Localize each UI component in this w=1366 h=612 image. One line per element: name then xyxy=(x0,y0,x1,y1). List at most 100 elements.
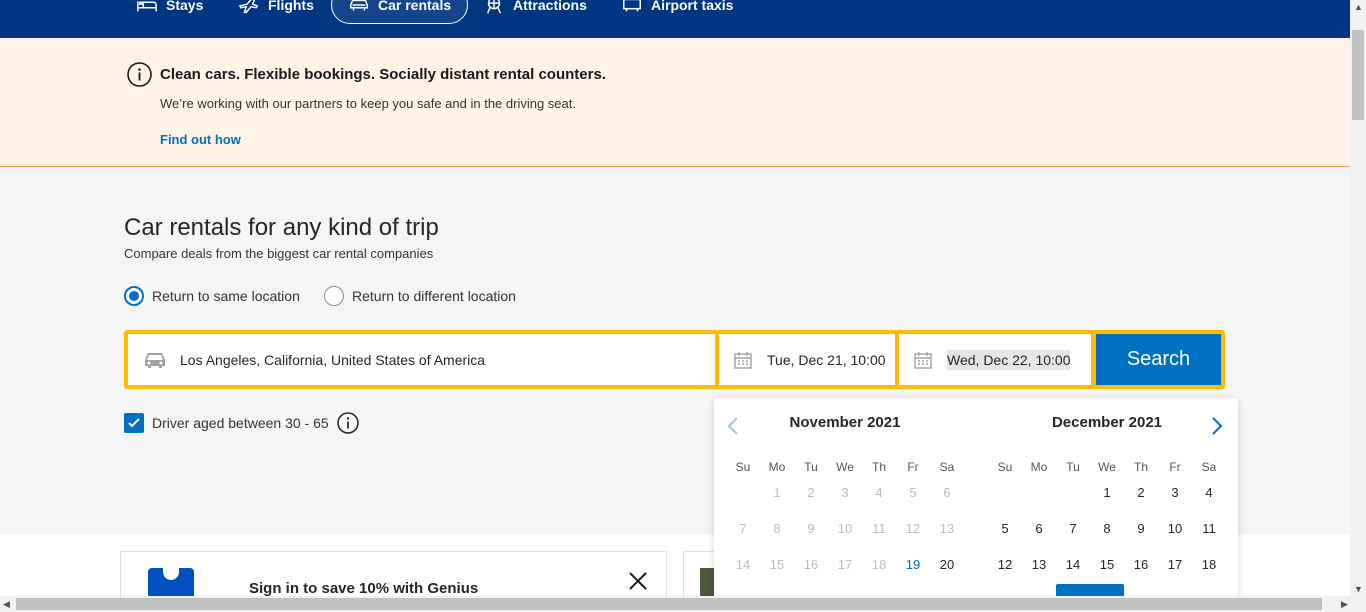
ferris-wheel-icon xyxy=(486,0,502,14)
dropoff-date-value: Wed, Dec 22, 10:00 xyxy=(947,349,1071,370)
date-picker: November 2021 December 2021 Su Mo Tu We Th Fr… xyxy=(714,398,1238,612)
nav-attractions[interactable]: Attractions xyxy=(467,0,603,24)
return-different-location-radio[interactable] xyxy=(324,286,344,306)
driver-age-label: Driver aged between 30 - 65 xyxy=(152,415,329,431)
taxi-icon xyxy=(623,0,641,12)
calendar-icon xyxy=(914,351,932,369)
pickup-location-field[interactable]: Los Angeles, California, United States o… xyxy=(128,334,715,385)
checkmark-icon xyxy=(128,418,140,428)
return-same-location-option[interactable]: Return to same location xyxy=(124,286,300,306)
search-bar: Los Angeles, California, United States o… xyxy=(124,330,1225,389)
calendar-day[interactable]: 10 xyxy=(1158,521,1192,536)
driver-age-option[interactable]: Driver aged between 30 - 65 xyxy=(124,412,359,434)
weekday-header: Th xyxy=(871,460,886,474)
calendar-day[interactable]: 4 xyxy=(1192,485,1226,500)
calendar-day[interactable]: 9 xyxy=(1124,521,1158,536)
calendar-day: 17 xyxy=(837,557,853,572)
calendar-day[interactable]: 15 xyxy=(1090,557,1124,572)
pickup-location-value: Los Angeles, California, United States o… xyxy=(180,351,486,368)
page-title: Car rentals for any kind of trip xyxy=(124,214,439,241)
nav-stays[interactable]: Stays xyxy=(120,0,219,24)
nav-car-rentals[interactable]: Car rentals xyxy=(331,0,469,24)
weekday-header: Su xyxy=(997,460,1013,474)
scroll-up-arrow-icon[interactable]: ▲ xyxy=(1354,2,1363,12)
driver-age-checkbox[interactable] xyxy=(124,413,144,433)
return-different-location-label: Return to different location xyxy=(352,288,516,304)
scroll-left-arrow-icon[interactable]: ◀ xyxy=(3,599,10,610)
banner-subtitle: We’re working with our partners to keep … xyxy=(160,96,576,111)
calendar-day[interactable]: 16 xyxy=(1124,557,1158,572)
return-same-location-radio[interactable] xyxy=(124,286,144,306)
calendar-day[interactable]: 11 xyxy=(1192,521,1226,536)
scroll-down-arrow-icon[interactable]: ▼ xyxy=(1354,584,1363,594)
calendar-day[interactable]: 8 xyxy=(1090,521,1124,536)
month-title-november: November 2021 xyxy=(789,414,901,431)
weekday-header: Th xyxy=(1133,460,1148,474)
horizontal-scroll-thumb[interactable] xyxy=(16,598,1322,610)
dropoff-date-field[interactable]: Wed, Dec 22, 10:00 xyxy=(899,334,1091,385)
pickup-date-value: Tue, Dec 21, 10:00 xyxy=(767,351,886,368)
calendar-day: 15 xyxy=(769,557,785,572)
nav-flights[interactable]: Flights xyxy=(222,0,330,24)
find-out-how-link[interactable]: Find out how xyxy=(160,132,241,147)
nav-airport-taxis[interactable]: Airport taxis xyxy=(605,0,749,24)
calendar-day[interactable]: 7 xyxy=(1056,521,1090,536)
nav-airport-taxis-label: Airport taxis xyxy=(651,0,734,13)
car-icon xyxy=(145,352,165,368)
calendar-day: 8 xyxy=(773,521,781,536)
nav-attractions-label: Attractions xyxy=(513,0,587,13)
weekday-header: Tu xyxy=(1066,460,1080,474)
calendar-day: 5 xyxy=(909,485,917,500)
weekday-header: Fr xyxy=(1169,460,1181,474)
calendar-day[interactable]: 6 xyxy=(1022,521,1056,536)
weekday-header: Sa xyxy=(1201,460,1217,474)
calendar-day: 10 xyxy=(837,521,853,536)
pickup-date-field[interactable]: Tue, Dec 21, 10:00 xyxy=(719,334,895,385)
calendar-day: 18 xyxy=(871,557,887,572)
close-icon[interactable] xyxy=(627,570,649,592)
calendar-day: 16 xyxy=(803,557,819,572)
calendar-day[interactable]: 3 xyxy=(1158,485,1192,500)
nav-car-rentals-label: Car rentals xyxy=(378,0,452,13)
bed-icon xyxy=(137,1,157,12)
vertical-scroll-thumb[interactable] xyxy=(1352,30,1364,120)
return-same-location-label: Return to same location xyxy=(152,288,300,304)
nav-stays-label: Stays xyxy=(166,0,204,13)
calendar-day[interactable]: 2 xyxy=(1124,485,1158,500)
calendar-day: 12 xyxy=(905,521,921,536)
calendar-day[interactable]: 17 xyxy=(1158,557,1192,572)
calendar-day: 13 xyxy=(939,521,955,536)
calendar-day: 3 xyxy=(841,485,849,500)
search-button[interactable]: Search xyxy=(1096,334,1221,385)
calendar-day[interactable]: 20 xyxy=(930,557,964,572)
calendar-day: 14 xyxy=(735,557,751,572)
calendar-day: 1 xyxy=(773,485,781,500)
scroll-right-arrow-icon[interactable]: ▶ xyxy=(1341,599,1348,610)
calendar-day[interactable]: 5 xyxy=(988,521,1022,536)
weekday-header: Fr xyxy=(907,460,919,474)
weekday-header: Sa xyxy=(939,460,955,474)
weekday-header: Mo xyxy=(768,460,786,474)
weekday-header: Tu xyxy=(804,460,818,474)
weekday-header: Su xyxy=(735,460,751,474)
info-icon[interactable] xyxy=(336,412,359,434)
top-navigation: Stays Flights Car rentals Attractions Ai… xyxy=(0,0,1350,38)
car-icon xyxy=(350,0,368,11)
calendar-day: 4 xyxy=(875,485,883,500)
weekday-header: We xyxy=(1098,460,1116,474)
calendar-day[interactable]: 18 xyxy=(1192,557,1226,572)
page-subtitle: Compare deals from the biggest car renta… xyxy=(124,246,434,261)
banner-title: Clean cars. Flexible bookings. Socially … xyxy=(160,66,606,83)
calendar-day[interactable]: 13 xyxy=(1022,557,1056,572)
calendar-day[interactable]: 12 xyxy=(988,557,1022,572)
return-different-location-option[interactable]: Return to different location xyxy=(324,286,516,306)
calendar-day[interactable]: 14 xyxy=(1056,557,1090,572)
calendar-day: 6 xyxy=(943,485,951,500)
info-icon xyxy=(127,62,152,87)
genius-promo-text: Sign in to save 10% with Genius xyxy=(249,580,479,597)
weekday-header: Mo xyxy=(1030,460,1048,474)
calendar-day[interactable]: 19 xyxy=(896,557,930,572)
month-title-december: December 2021 xyxy=(1051,414,1163,431)
calendar-day[interactable]: 1 xyxy=(1090,485,1124,500)
calendar-day: 7 xyxy=(739,521,747,536)
